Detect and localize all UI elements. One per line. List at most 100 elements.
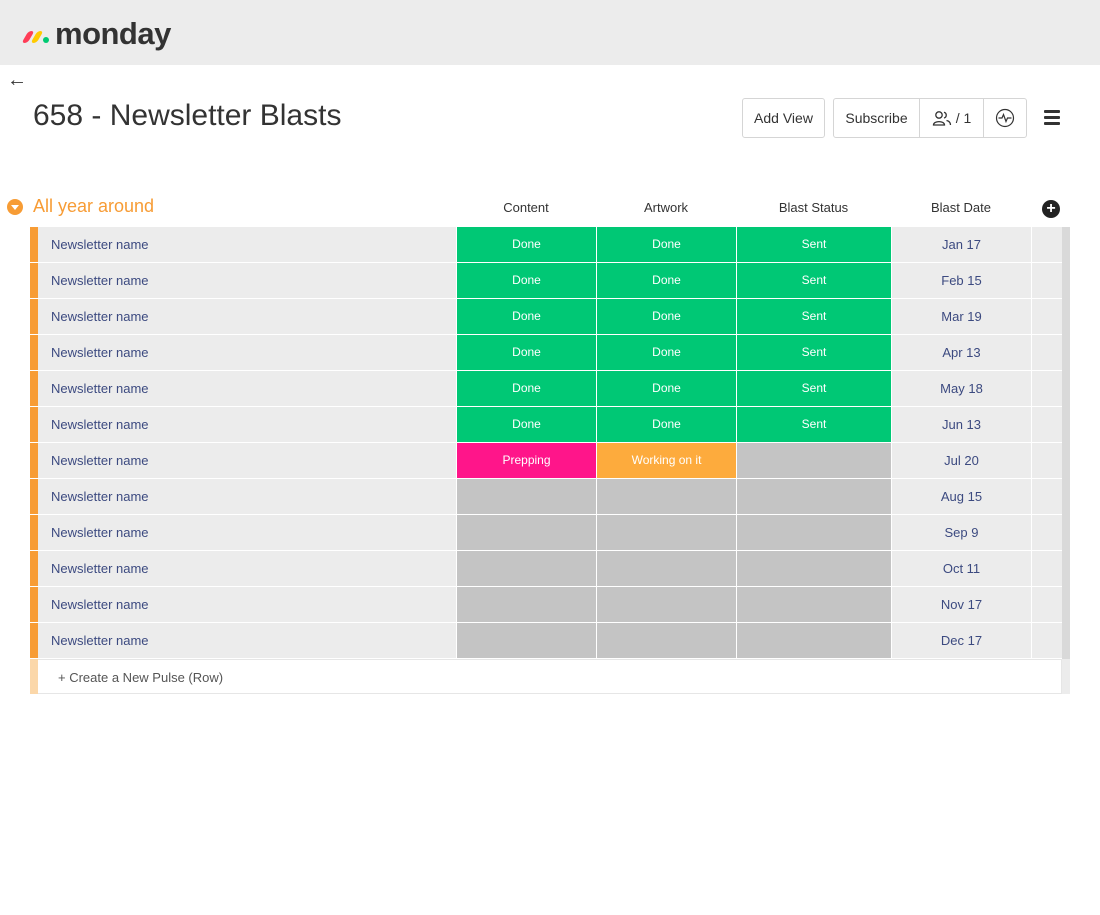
scrollbar[interactable] [1062,659,1070,694]
blast-date-cell[interactable]: Aug 15 [891,479,1031,514]
blast-status-cell[interactable] [736,551,891,586]
blast-date-cell[interactable]: Jan 17 [891,227,1031,262]
content-status-cell[interactable]: Done [456,335,596,370]
blast-status-cell[interactable]: Sent [736,227,891,262]
scrollbar[interactable] [1062,551,1070,587]
blast-status-cell[interactable]: Sent [736,263,891,298]
blast-status-cell[interactable] [736,623,891,658]
artwork-status-cell[interactable]: Done [596,227,736,262]
monday-logo[interactable]: monday [21,16,171,52]
group-title[interactable]: All year around [33,196,154,217]
row-name-cell[interactable]: Newsletter name [38,443,456,478]
activity-button[interactable] [984,99,1026,137]
row-name-cell[interactable]: Newsletter name [38,551,456,586]
blast-status-cell[interactable] [736,479,891,514]
artwork-status-cell[interactable]: Done [596,371,736,406]
content-status-cell[interactable]: Done [456,371,596,406]
content-status-cell[interactable]: Done [456,227,596,262]
blast-status-cell[interactable] [736,515,891,550]
table-row: Newsletter name Done Done Sent Feb 15 [30,263,1070,299]
row-name-cell[interactable]: Newsletter name [38,335,456,370]
scrollbar[interactable] [1062,371,1070,407]
blast-status-cell[interactable]: Sent [736,299,891,334]
subscribe-button[interactable]: Subscribe [834,99,920,137]
scrollbar[interactable] [1062,227,1070,263]
column-header-content[interactable]: Content [456,200,596,215]
content-status-cell[interactable]: Done [456,299,596,334]
empty-cell [1031,263,1062,298]
content-status-cell[interactable] [456,623,596,658]
blast-status-cell[interactable] [736,443,891,478]
blast-status-cell[interactable]: Sent [736,335,891,370]
column-header-blast-status[interactable]: Blast Status [736,200,891,215]
blast-date-cell[interactable]: Sep 9 [891,515,1031,550]
column-header-blast-date[interactable]: Blast Date [891,200,1031,215]
hamburger-menu-icon[interactable] [1044,110,1060,125]
activity-icon [995,108,1015,128]
row-name-cell[interactable]: Newsletter name [38,371,456,406]
back-arrow-icon[interactable]: ← [7,69,27,92]
blast-date-cell[interactable]: Dec 17 [891,623,1031,658]
content-status-cell[interactable] [456,515,596,550]
blast-status-cell[interactable]: Sent [736,371,891,406]
blast-date-cell[interactable]: Jul 20 [891,443,1031,478]
artwork-status-cell[interactable] [596,587,736,622]
create-row: + Create a New Pulse (Row) [30,659,1070,694]
table-row: Newsletter name Aug 15 [30,479,1070,515]
artwork-status-cell[interactable] [596,479,736,514]
row-name-cell[interactable]: Newsletter name [38,227,456,262]
artwork-status-cell[interactable] [596,623,736,658]
blast-date-cell[interactable]: Feb 15 [891,263,1031,298]
artwork-status-cell[interactable]: Working on it [596,443,736,478]
artwork-status-cell[interactable] [596,551,736,586]
group-collapse-icon[interactable] [7,198,23,215]
create-pulse-input[interactable]: + Create a New Pulse (Row) [38,659,1062,694]
column-header-artwork[interactable]: Artwork [596,200,736,215]
scrollbar[interactable] [1062,443,1070,479]
blast-date-cell[interactable]: Apr 13 [891,335,1031,370]
content-status-cell[interactable]: Done [456,263,596,298]
scrollbar[interactable] [1062,263,1070,299]
board-title[interactable]: 658 - Newsletter Blasts [33,99,341,133]
blast-status-cell[interactable] [736,587,891,622]
empty-cell [1031,227,1062,262]
row-name-cell[interactable]: Newsletter name [38,515,456,550]
row-name-cell[interactable]: Newsletter name [38,263,456,298]
blast-date-cell[interactable]: Mar 19 [891,299,1031,334]
members-button[interactable]: / 1 [920,99,984,137]
row-name-cell[interactable]: Newsletter name [38,407,456,442]
scrollbar[interactable] [1062,299,1070,335]
add-column-icon[interactable]: + [1042,200,1060,218]
blast-date-cell[interactable]: Oct 11 [891,551,1031,586]
row-name-cell[interactable]: Newsletter name [38,299,456,334]
scrollbar[interactable] [1062,407,1070,443]
empty-cell [1031,299,1062,334]
content-status-cell[interactable] [456,551,596,586]
empty-cell [1031,443,1062,478]
artwork-status-cell[interactable]: Done [596,335,736,370]
content-status-cell[interactable]: Done [456,407,596,442]
empty-cell [1031,335,1062,370]
scrollbar[interactable] [1062,335,1070,371]
row-name-cell[interactable]: Newsletter name [38,623,456,658]
artwork-status-cell[interactable] [596,515,736,550]
content-status-cell[interactable]: Prepping [456,443,596,478]
artwork-status-cell[interactable]: Done [596,299,736,334]
scrollbar[interactable] [1062,479,1070,515]
content-status-cell[interactable] [456,479,596,514]
table-row: Newsletter name Oct 11 [30,551,1070,587]
artwork-status-cell[interactable]: Done [596,263,736,298]
row-name-cell[interactable]: Newsletter name [38,587,456,622]
add-view-button[interactable]: Add View [742,98,825,138]
members-count: / 1 [955,110,972,126]
row-name-cell[interactable]: Newsletter name [38,479,456,514]
blast-date-cell[interactable]: Jun 13 [891,407,1031,442]
blast-date-cell[interactable]: May 18 [891,371,1031,406]
artwork-status-cell[interactable]: Done [596,407,736,442]
scrollbar[interactable] [1062,587,1070,623]
blast-status-cell[interactable]: Sent [736,407,891,442]
scrollbar[interactable] [1062,515,1070,551]
blast-date-cell[interactable]: Nov 17 [891,587,1031,622]
scrollbar[interactable] [1062,623,1070,659]
content-status-cell[interactable] [456,587,596,622]
